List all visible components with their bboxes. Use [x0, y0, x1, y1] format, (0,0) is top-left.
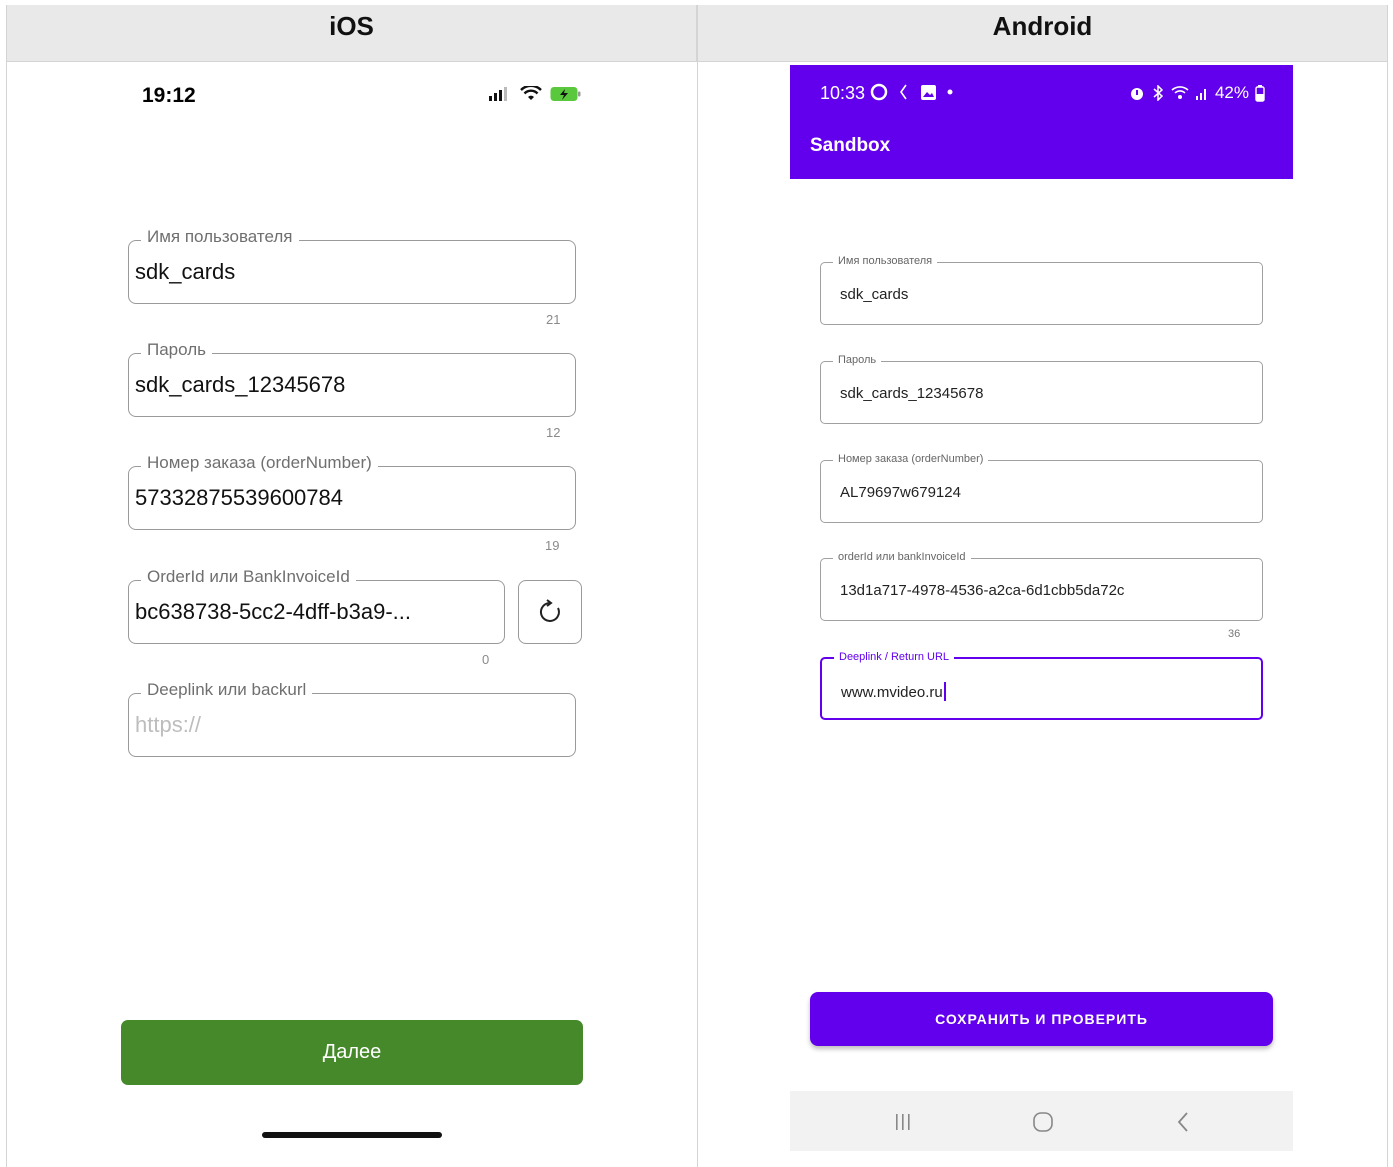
ios-home-indicator: [262, 1132, 442, 1138]
ios-column-header: iOS: [7, 5, 697, 62]
ios-order-id-value: bc638738-5cc2-4dff-b3a9-...: [135, 599, 411, 624]
back-icon: [1177, 1112, 1188, 1132]
ios-next-button[interactable]: Далее: [121, 1020, 583, 1085]
battery-charging-icon: [550, 87, 581, 101]
image-icon: [921, 84, 936, 100]
ios-deeplink-field[interactable]: Deeplink или backurl https://: [128, 680, 576, 757]
ios-status-time: 19:12: [142, 84, 196, 107]
ios-order-number-counter: 19: [545, 538, 560, 553]
ios-password-label: Пароль: [141, 340, 212, 360]
android-status-bar: 10:33 42%: [790, 65, 1293, 111]
recents-icon: [896, 1114, 910, 1130]
alarm-icon: [1130, 88, 1143, 100]
ios-password-counter: 12: [546, 425, 561, 440]
refresh-icon: [539, 599, 560, 622]
column-divider: [697, 5, 698, 1167]
home-button[interactable]: [1028, 1109, 1058, 1135]
android-password-label: Пароль: [833, 354, 882, 366]
text-cursor: [943, 682, 946, 701]
ios-password-value: sdk_cards_12345678: [135, 372, 346, 397]
ios-deeplink-placeholder: https://: [135, 712, 202, 737]
android-deeplink-value: www.mvideo.ru: [841, 684, 943, 701]
ios-order-id-label: OrderId или BankInvoiceId: [141, 567, 356, 587]
dot-icon: [947, 89, 953, 95]
bluetooth-icon: [1153, 85, 1164, 101]
recents-button[interactable]: [888, 1109, 918, 1135]
android-password-value: sdk_cards_12345678: [840, 385, 984, 402]
battery-icon: [1255, 84, 1265, 102]
signal-icon: [1195, 89, 1206, 100]
android-order-number-field[interactable]: Номер заказа (orderNumber) AL79697w67912…: [820, 453, 1263, 523]
android-order-number-value: AL79697w679124: [840, 484, 961, 501]
android-order-id-value: 13d1a717-4978-4536-a2ca-6d1cbb5da72c: [840, 582, 1125, 599]
android-app-title: Sandbox: [810, 135, 891, 156]
ios-password-field[interactable]: Пароль sdk_cards_12345678: [128, 340, 576, 417]
sync-icon: [900, 84, 907, 100]
ios-status-icons: [488, 86, 582, 102]
android-column-header: Android: [698, 5, 1387, 62]
android-order-number-label: Номер заказа (orderNumber): [833, 453, 989, 465]
circle-icon: [870, 83, 888, 101]
android-nav-bar: [790, 1091, 1293, 1151]
android-username-label: Имя пользователя: [833, 255, 938, 267]
ios-deeplink-label: Deeplink или backurl: [141, 680, 313, 700]
android-order-id-field[interactable]: orderId или bankInvoiceId 13d1a717-4978-…: [820, 551, 1263, 621]
android-notification-icons: [870, 83, 953, 101]
ios-order-id-counter: 0: [482, 652, 490, 667]
android-deeplink-field[interactable]: Deeplink / Return URL www.mvideo.ru: [820, 651, 1263, 720]
home-icon: [1033, 1112, 1053, 1132]
ios-username-value: sdk_cards: [135, 259, 236, 284]
ios-username-field[interactable]: Имя пользователя sdk_cards: [128, 227, 576, 304]
android-order-id-counter: 36: [1228, 628, 1241, 640]
android-deeplink-label: Deeplink / Return URL: [834, 651, 955, 663]
android-password-field[interactable]: Пароль sdk_cards_12345678: [820, 354, 1263, 424]
android-system-icons: 42%: [1129, 83, 1265, 103]
wifi-icon: [520, 86, 542, 100]
android-username-field[interactable]: Имя пользователя sdk_cards: [820, 255, 1263, 325]
ios-order-id-field[interactable]: OrderId или BankInvoiceId bc638738-5cc2-…: [128, 567, 505, 644]
ios-order-number-field[interactable]: Номер заказа (orderNumber) 5733287553960…: [128, 453, 576, 530]
android-order-id-label: orderId или bankInvoiceId: [833, 551, 971, 563]
android-deeplink-value-wrap: www.mvideo.ru: [841, 682, 946, 701]
android-status-time: 10:33: [820, 83, 866, 103]
android-save-check-button[interactable]: СОХРАНИТЬ И ПРОВЕРИТЬ: [810, 992, 1273, 1046]
ios-order-number-value: 57332875539600784: [135, 485, 344, 510]
ios-username-label: Имя пользователя: [141, 227, 299, 247]
ios-username-counter: 21: [546, 312, 561, 327]
signal-icon: [489, 87, 507, 101]
android-screen: 10:33 42% Sandbox Имя пользователя sdk_c…: [790, 65, 1293, 1151]
android-username-value: sdk_cards: [840, 286, 909, 303]
ios-refresh-button[interactable]: [518, 580, 582, 644]
android-app-bar: Sandbox: [790, 111, 1293, 179]
wifi-icon: [1171, 86, 1189, 99]
android-battery-text: 42%: [1214, 83, 1249, 102]
ios-order-number-label: Номер заказа (orderNumber): [141, 453, 378, 473]
back-button[interactable]: [1168, 1109, 1198, 1135]
